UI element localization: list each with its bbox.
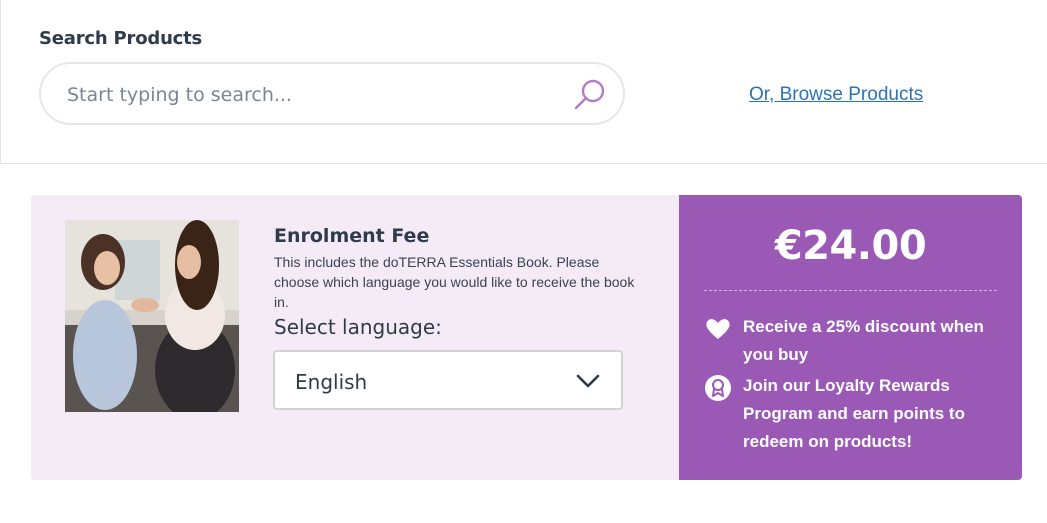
search-icon[interactable] <box>573 78 607 112</box>
product-description: This includes the doTERRA Essentials Boo… <box>274 254 635 310</box>
browse-products-link[interactable]: Or, Browse Products <box>749 84 923 106</box>
enrolment-fee-card: Enrolment Fee This includes the doTERRA … <box>31 195 1022 480</box>
price: €24.00 <box>774 223 927 269</box>
price-panel: €24.00 Receive a 25% discount when you b… <box>679 195 1022 480</box>
product-image <box>65 220 239 412</box>
product-title: Enrolment Fee <box>274 225 430 247</box>
price-divider <box>704 290 997 291</box>
language-label: Select language: <box>274 315 442 339</box>
search-heading: Search Products <box>39 28 203 49</box>
search-section: Search Products Or, Browse Products <box>0 0 1047 164</box>
language-select[interactable]: English <box>273 350 623 410</box>
award-ribbon-icon <box>705 375 731 401</box>
search-input[interactable] <box>67 82 547 108</box>
language-selected-value: English <box>295 370 368 394</box>
search-box[interactable] <box>39 62 625 125</box>
benefit-text: Join our Loyalty Rewards Program and ear… <box>743 376 965 451</box>
chevron-down-icon <box>576 374 600 388</box>
benefit-text: Receive a 25% discount when you buy <box>743 317 984 364</box>
product-details: Enrolment Fee This includes the doTERRA … <box>31 195 679 480</box>
heart-icon <box>706 319 730 339</box>
section-divider <box>1 163 1047 164</box>
